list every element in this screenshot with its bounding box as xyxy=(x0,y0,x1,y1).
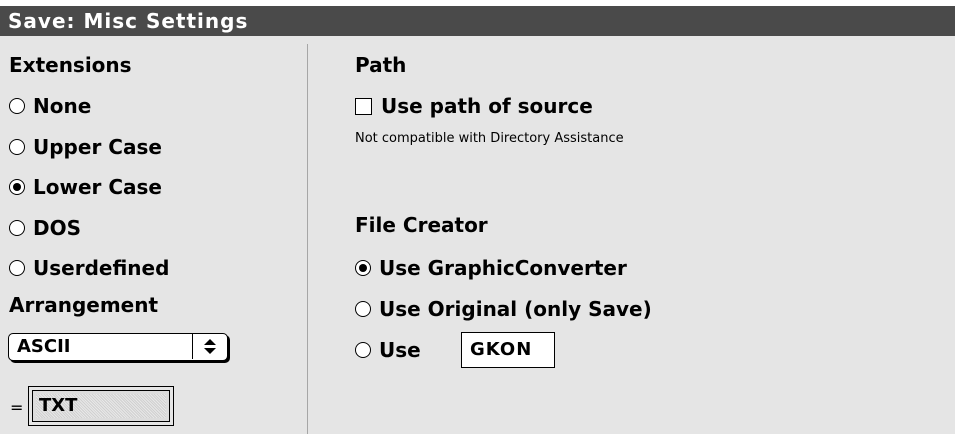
extension-option-label: DOS xyxy=(33,216,82,240)
creator-option-graphicconverter[interactable]: Use GraphicConverter xyxy=(355,256,627,280)
extension-field[interactable]: TXT xyxy=(28,386,174,426)
checkbox-label: Use path of source xyxy=(381,94,593,118)
radio-button-icon[interactable] xyxy=(9,260,25,276)
extension-option-userdefined[interactable]: Userdefined xyxy=(9,256,169,280)
path-heading: Path xyxy=(355,53,407,77)
radio-button-selected-icon[interactable] xyxy=(9,179,25,195)
radio-button-icon[interactable] xyxy=(9,220,25,236)
extension-option-label: Userdefined xyxy=(33,256,170,280)
popup-arrows-icon[interactable] xyxy=(192,334,227,359)
arrangement-heading: Arrangement xyxy=(9,293,159,317)
checkbox-icon[interactable] xyxy=(355,97,372,115)
radio-button-icon[interactable] xyxy=(9,139,25,155)
creator-code-field[interactable]: GKON xyxy=(461,332,555,368)
creator-option-original[interactable]: Use Original (only Save) xyxy=(355,297,652,321)
creator-option-custom[interactable]: Use xyxy=(355,338,421,362)
extension-option-none[interactable]: None xyxy=(9,94,91,118)
extension-option-label: Lower Case xyxy=(33,175,162,199)
extension-field-value: TXT xyxy=(39,395,78,416)
extension-option-label: Upper Case xyxy=(33,135,162,159)
creator-option-label: Use xyxy=(379,338,421,362)
extensions-heading: Extensions xyxy=(9,53,132,77)
equals-sign: = xyxy=(10,398,24,417)
window-title: Save: Misc Settings xyxy=(8,9,249,33)
path-note: Not compatible with Directory Assistance xyxy=(355,131,624,146)
column-divider xyxy=(307,44,308,434)
use-path-of-source-checkbox[interactable]: Use path of source xyxy=(355,94,593,118)
creator-option-label: Use Original (only Save) xyxy=(379,297,652,321)
arrangement-popup[interactable]: ASCII xyxy=(8,333,228,361)
radio-button-icon[interactable] xyxy=(9,98,25,114)
radio-button-icon[interactable] xyxy=(355,301,371,317)
window-title-bar[interactable]: Save: Misc Settings xyxy=(0,6,955,36)
arrangement-popup-value: ASCII xyxy=(17,336,71,357)
radio-button-icon[interactable] xyxy=(355,342,371,358)
creator-option-label: Use GraphicConverter xyxy=(379,256,627,280)
creator-code-value: GKON xyxy=(470,339,533,360)
extension-option-dos[interactable]: DOS xyxy=(9,216,81,240)
extension-option-label: None xyxy=(33,94,92,118)
radio-button-selected-icon[interactable] xyxy=(355,260,371,276)
extension-option-upper-case[interactable]: Upper Case xyxy=(9,135,162,159)
extension-option-lower-case[interactable]: Lower Case xyxy=(9,175,162,199)
file-creator-heading: File Creator xyxy=(355,213,488,237)
